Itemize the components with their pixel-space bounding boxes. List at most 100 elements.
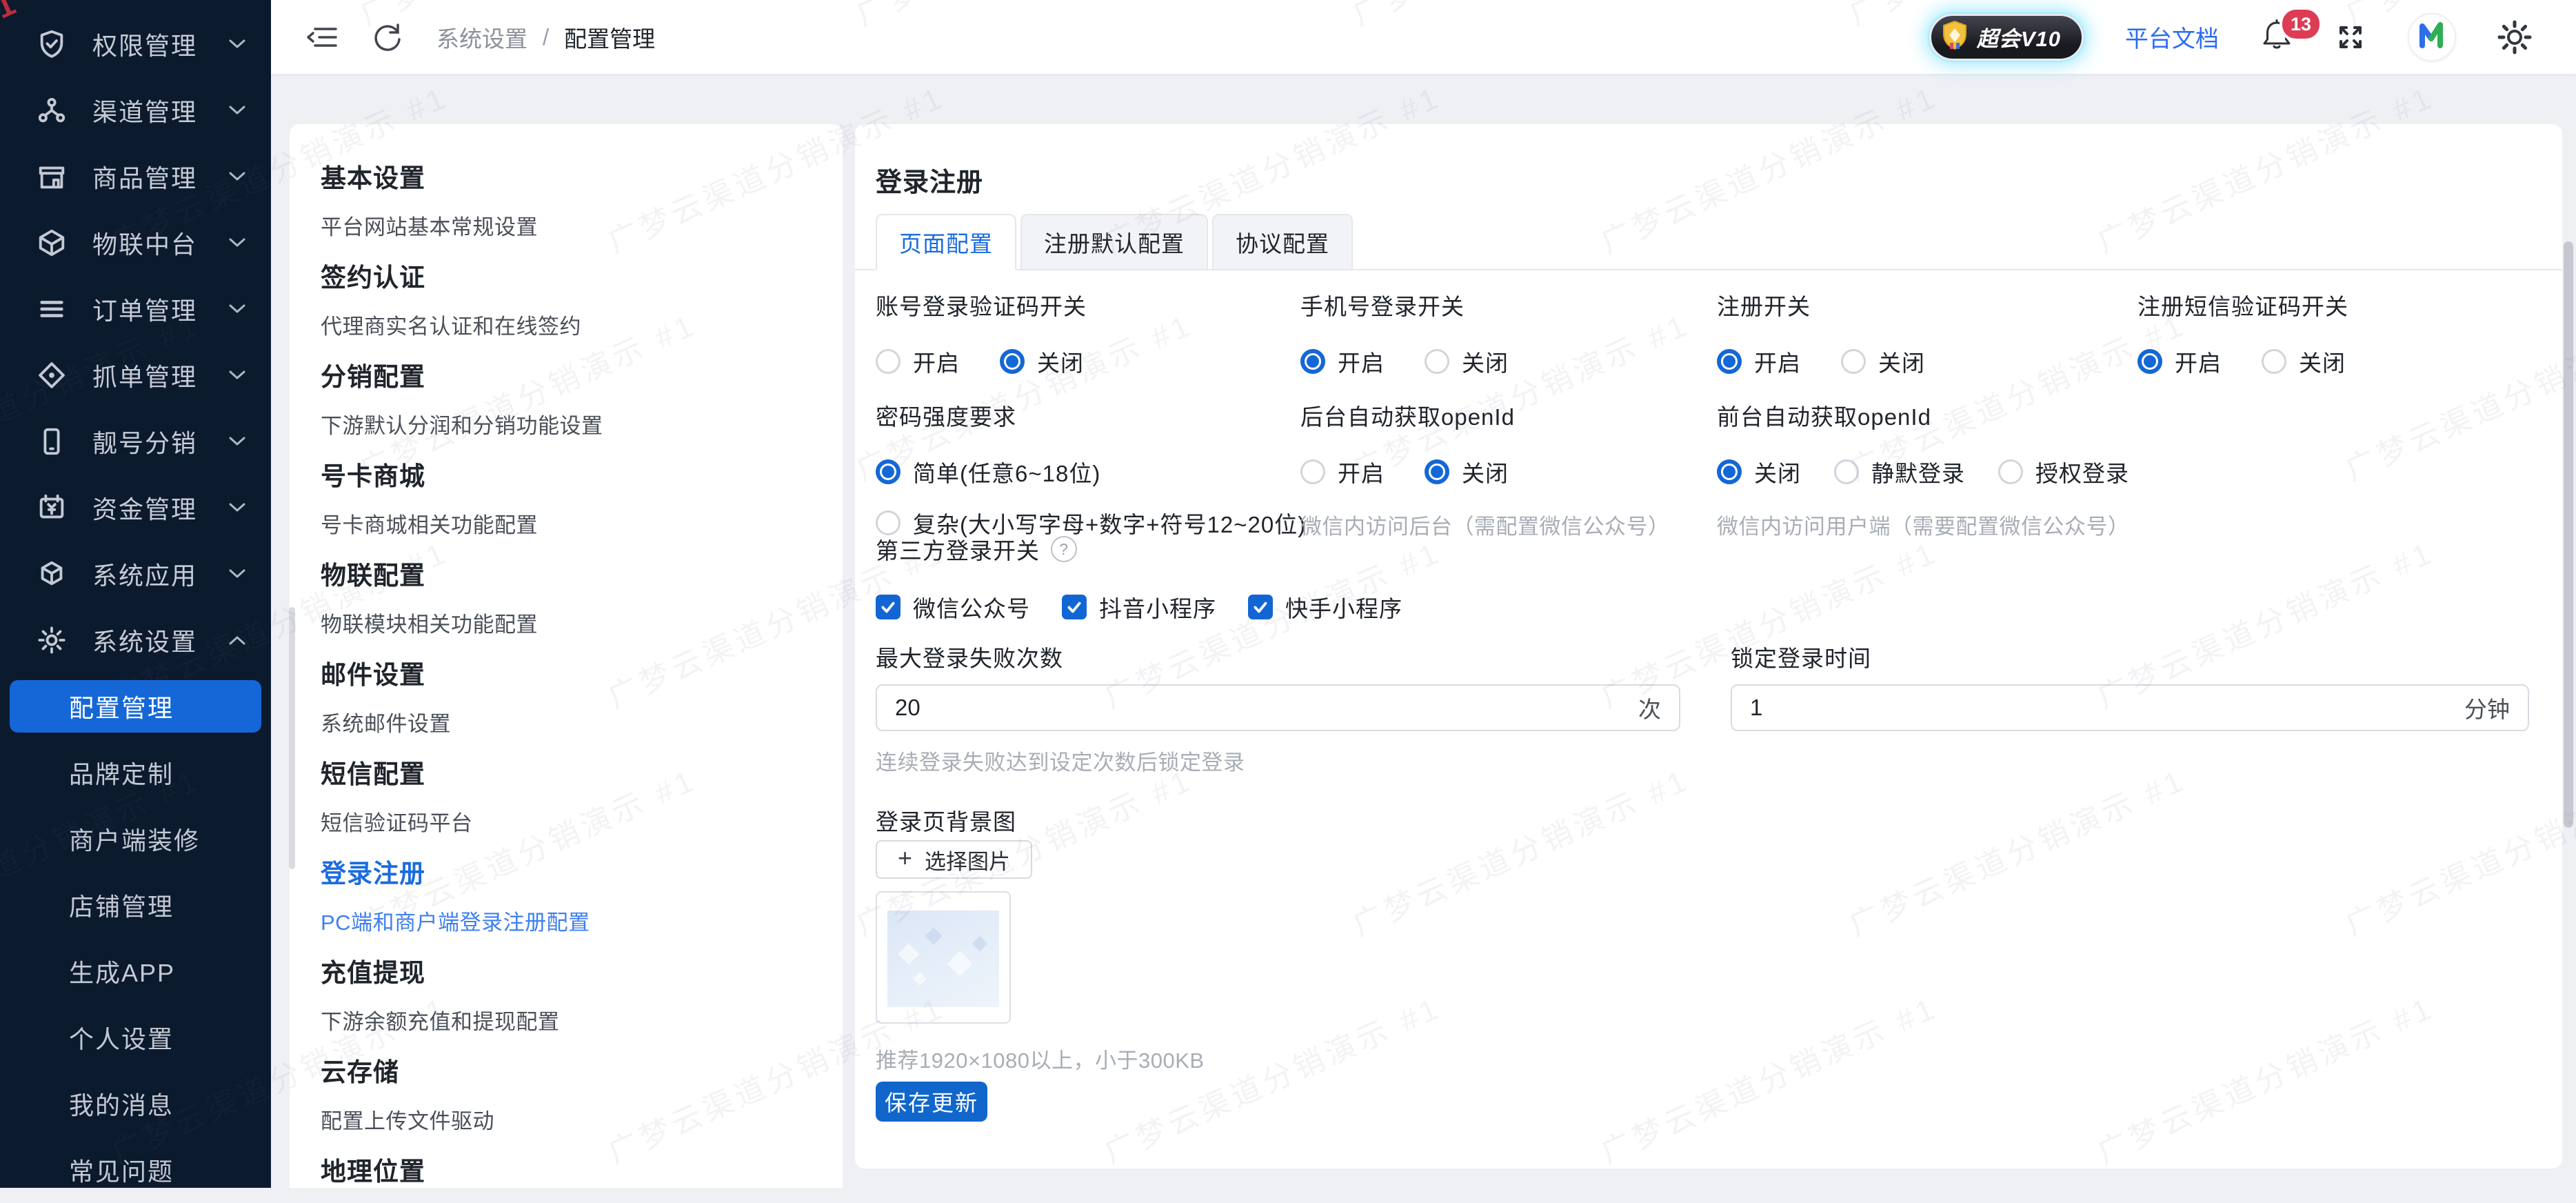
nav-group-sms[interactable]: 短信配置短信验证码平台 [321, 753, 815, 837]
platform-docs-link[interactable]: 平台文档 [2125, 20, 2219, 54]
page-scrollbar[interactable] [2564, 241, 2573, 828]
sidebar-item-label: 商品管理 [92, 159, 228, 195]
unit-suffix: 分钟 [2464, 691, 2510, 724]
nav-group-recharge-withdraw[interactable]: 充值提现下游余额充值和提现配置 [321, 952, 815, 1035]
field-account-login-captcha: 账号登录验证码开关 开启 关闭 [876, 288, 1087, 378]
radio-close-option[interactable]: 关闭 [1717, 455, 1801, 488]
radio-off-option[interactable]: 关闭 [1425, 345, 1509, 378]
shield-check-icon [36, 28, 68, 60]
sidebar-subitem-label: 商户端装修 [69, 821, 200, 857]
settings-gear-icon[interactable] [2497, 20, 2532, 54]
field-label: 密码强度要求 [876, 399, 1306, 432]
radio-off-option[interactable]: 关闭 [1425, 455, 1509, 488]
max-login-failures-input[interactable] [895, 695, 1624, 721]
nav-group-distribution[interactable]: 分销配置下游默认分润和分销功能设置 [321, 356, 815, 439]
sidebar-subitem-shop-management[interactable]: 店铺管理 [0, 872, 271, 938]
nav-group-login-register[interactable]: 登录注册PC端和商户端登录注册配置 [321, 853, 815, 936]
radio-circle [1834, 459, 1859, 484]
sidebar-item-label: 靓号分销 [92, 424, 228, 459]
refresh-icon[interactable] [372, 21, 403, 53]
checkbox-douyin-miniapp[interactable]: 抖音小程序 [1062, 590, 1216, 624]
sidebar-subitem-personal-settings[interactable]: 个人设置 [0, 1004, 271, 1071]
radio-simple-option[interactable]: 简单(任意6~18位) [876, 455, 1100, 488]
nav-group-desc: 下游默认分润和分销功能设置 [321, 408, 815, 439]
notification-count-badge: 13 [2280, 7, 2322, 41]
sidebar-subitem-merchant-decor[interactable]: 商户端装修 [0, 806, 271, 872]
field-register-sms-captcha: 注册短信验证码开关 开启 关闭 [2137, 288, 2348, 378]
collapse-sidebar-icon[interactable] [305, 22, 339, 52]
checkbox-wechat-official[interactable]: 微信公众号 [876, 590, 1030, 624]
notifications-button[interactable]: 13 [2260, 18, 2293, 56]
checkbox-kuaishou-miniapp[interactable]: 快手小程序 [1248, 590, 1402, 624]
chevron-up-icon [228, 635, 246, 646]
nav-group-basic[interactable]: 基本设置平台网站基本常规设置 [321, 157, 815, 241]
bg-image-preview[interactable] [876, 891, 1011, 1024]
nav-group-cloud-storage[interactable]: 云存储配置上传文件驱动 [321, 1051, 815, 1135]
gold-medal-icon [1941, 20, 1969, 54]
sidebar-item-funds[interactable]: 资金管理 [0, 475, 271, 541]
field-label: 前台自动获取openId [1717, 399, 2130, 432]
radio-on-option[interactable]: 开启 [1717, 345, 1801, 378]
tab-register-default-config[interactable]: 注册默认配置 [1020, 214, 1208, 270]
field-login-bg-image: 登录页背景图 [876, 804, 1016, 837]
radio-auth-login-option[interactable]: 授权登录 [1998, 455, 2129, 488]
list-lines-icon [36, 293, 68, 325]
nav-group-sign-auth[interactable]: 签约认证代理商实名认证和在线签约 [321, 257, 815, 340]
save-update-button[interactable]: 保存更新 [876, 1082, 987, 1122]
sidebar-subitem-brand-custom[interactable]: 品牌定制 [0, 739, 271, 806]
sidebar-item-iot[interactable]: 物联中台 [0, 210, 271, 276]
help-question-icon[interactable]: ? [1051, 536, 1077, 562]
radio-on-option[interactable]: 开启 [1300, 455, 1385, 488]
chevron-down-icon [228, 568, 246, 579]
share-nodes-icon [36, 95, 68, 126]
nav-group-email[interactable]: 邮件设置系统邮件设置 [321, 654, 815, 737]
chevron-down-icon [228, 171, 246, 182]
max-login-failures-inputbox: 次 [876, 684, 1680, 731]
sidebar-item-system-settings[interactable]: 系统设置 [0, 607, 271, 673]
field-label: 锁定登录时间 [1731, 640, 1871, 673]
breadcrumb-parent[interactable]: 系统设置 [436, 21, 527, 54]
radio-silent-login-option[interactable]: 静默登录 [1834, 455, 1965, 488]
sidebar-item-channel[interactable]: 渠道管理 [0, 77, 271, 143]
radio-off-option[interactable]: 关闭 [1000, 345, 1084, 378]
sidebar-item-grab-orders[interactable]: 抓单管理 [0, 342, 271, 408]
radio-off-option[interactable]: 关闭 [1841, 345, 1925, 378]
sidebar-item-number-distribution[interactable]: 靓号分销 [0, 408, 271, 475]
sidebar-item-system-apps[interactable]: 系统应用 [0, 541, 271, 607]
nav-group-card-mall[interactable]: 号卡商城号卡商城相关功能配置 [321, 455, 815, 539]
sidebar-item-permission[interactable]: 权限管理 [0, 11, 271, 77]
nav-group-iot-config[interactable]: 物联配置物联模块相关功能配置 [321, 555, 815, 638]
sidebar-item-label: 权限管理 [92, 26, 228, 62]
sidebar-subitem-my-messages[interactable]: 我的消息 [0, 1071, 271, 1137]
nav-group-desc: 短信验证码平台 [321, 806, 815, 837]
sidebar-item-goods[interactable]: 商品管理 [0, 143, 271, 210]
vip-level-badge[interactable]: 超会V10 [1929, 14, 2084, 61]
lock-login-time-input[interactable] [1750, 695, 2451, 721]
nav-panel-scrollbar[interactable] [289, 607, 295, 869]
field-label: 第三方登录开关 [876, 533, 1040, 566]
sidebar-subitem-faq[interactable]: 常见问题 [0, 1137, 271, 1203]
tab-protocol-config[interactable]: 协议配置 [1212, 214, 1353, 270]
nav-group-desc: PC端和商户端登录注册配置 [321, 905, 815, 936]
tab-bar: 页面配置 注册默认配置 协议配置 [876, 214, 1353, 270]
field-lock-login-time: 锁定登录时间 [1731, 640, 1871, 673]
radio-on-option[interactable]: 开启 [2137, 345, 2222, 378]
sidebar-subitem-config-management[interactable]: 配置管理 [10, 680, 261, 733]
nav-group-title: 云存储 [321, 1051, 815, 1088]
radio-on-option[interactable]: 开启 [1300, 345, 1385, 378]
radio-on-option[interactable]: 开启 [876, 345, 960, 378]
choose-image-button[interactable]: + 选择图片 [876, 840, 1032, 879]
sidebar-subitem-generate-app[interactable]: 生成APP [0, 938, 271, 1004]
sidebar-subitem-label: 常见问题 [69, 1152, 174, 1188]
sidebar-item-orders[interactable]: 订单管理 [0, 276, 271, 342]
checkbox-checked-icon [1248, 595, 1273, 619]
tab-page-config[interactable]: 页面配置 [876, 214, 1016, 270]
field-third-party-login: 第三方登录开关 ? 微信公众号 抖音小程序 快手小程序 [876, 533, 1402, 624]
breadcrumb-separator: / [543, 24, 549, 50]
app-logo[interactable] [2408, 13, 2456, 61]
breadcrumb-current: 配置管理 [564, 21, 655, 54]
chevron-down-icon [228, 105, 246, 116]
fullscreen-icon[interactable] [2335, 21, 2366, 53]
nav-group-geo-location[interactable]: 地理位置 [321, 1151, 815, 1188]
radio-off-option[interactable]: 关闭 [2262, 345, 2346, 378]
